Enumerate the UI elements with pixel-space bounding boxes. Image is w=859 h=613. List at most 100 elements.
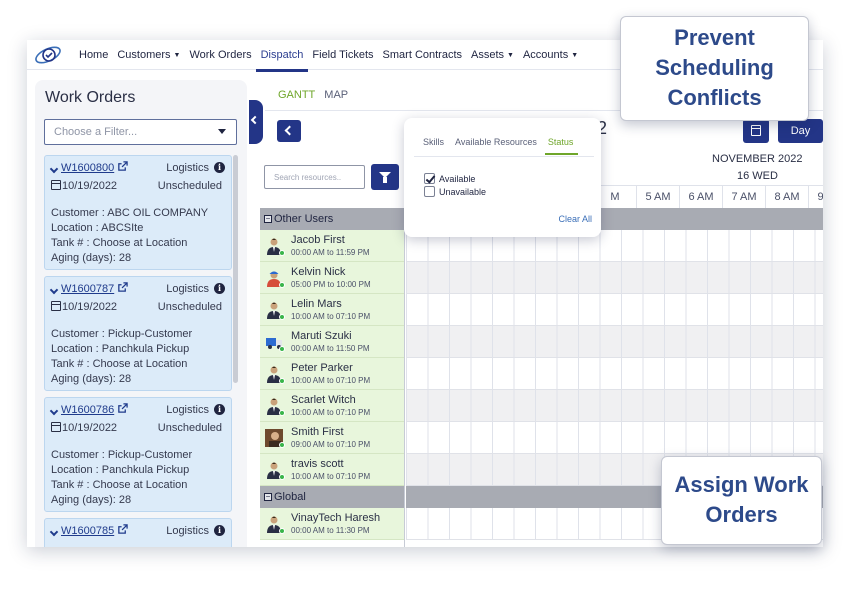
- chevron-down-icon[interactable]: [49, 406, 59, 416]
- work-order-date: 10/19/2022: [62, 422, 118, 434]
- nav-smart-contracts[interactable]: Smart Contracts: [383, 40, 462, 70]
- resource-hours: 00:00 AM to 11:59 PM: [291, 248, 370, 257]
- work-order-id-link[interactable]: W1600785: [61, 525, 114, 537]
- resource-row[interactable]: Scarlet Witch 10:00 AM to 07:10 PM: [260, 390, 404, 422]
- work-order-id-link[interactable]: W1600786: [61, 404, 114, 416]
- search-resources-input[interactable]: Search resources..: [264, 165, 365, 189]
- filter-dropdown[interactable]: Choose a Filter...: [44, 119, 237, 145]
- calendar-button[interactable]: [743, 119, 769, 143]
- collapse-panel-button[interactable]: [249, 100, 263, 144]
- schedule-slot-row[interactable]: [406, 390, 823, 422]
- nav-items: Home Customers ▼ Work Orders Dispatch Fie…: [79, 40, 587, 72]
- schedule-slot-row[interactable]: [406, 326, 823, 358]
- work-order-card[interactable]: W1600800 Logistics i 10/19/2022 Unscheduled C…: [44, 155, 232, 270]
- hour-label: 9 AM: [808, 186, 823, 208]
- nav-home[interactable]: Home: [79, 40, 108, 70]
- resource-group-header[interactable]: − Global: [260, 486, 404, 508]
- nav-customers[interactable]: Customers ▼: [117, 40, 180, 70]
- tank-line: Tank # : Choose at Location: [51, 237, 188, 249]
- hour-label: 5 AM: [636, 186, 679, 208]
- logo-icon[interactable]: [33, 43, 65, 67]
- checkbox-unavailable[interactable]: [424, 186, 435, 197]
- nav-customers-label: Customers: [117, 49, 171, 61]
- scrollbar[interactable]: [233, 155, 238, 383]
- previous-day-button[interactable]: [277, 120, 301, 142]
- info-icon[interactable]: i: [214, 162, 225, 173]
- collapse-icon[interactable]: −: [264, 493, 272, 501]
- resource-name: Peter Parker: [291, 362, 353, 374]
- tab-gantt[interactable]: GANTT: [278, 89, 315, 101]
- online-status-icon: [279, 410, 285, 416]
- schedule-slot-row[interactable]: [406, 294, 823, 326]
- customer-line: Customer : Pickup-Customer: [51, 328, 193, 340]
- resource-row[interactable]: Maruti Szuki 00:00 AM to 11:50 PM: [260, 326, 404, 358]
- aging-line: Aging (days): 28: [51, 373, 132, 385]
- work-order-status: Unscheduled: [157, 180, 222, 192]
- resource-row[interactable]: VinayTech Haresh 00:00 AM to 11:30 PM: [260, 508, 404, 540]
- truck-avatar-icon: [265, 333, 285, 352]
- info-icon[interactable]: i: [214, 404, 225, 415]
- work-order-id-link[interactable]: W1600800: [61, 162, 114, 174]
- option-available[interactable]: Available: [424, 173, 475, 184]
- online-status-icon: [279, 250, 285, 256]
- nav-assets-label: Assets: [471, 49, 505, 61]
- work-order-type: Logistics: [166, 162, 209, 174]
- tab-status[interactable]: Status: [544, 137, 578, 155]
- search-placeholder: Search resources..: [274, 173, 342, 182]
- caret-down-icon: [218, 129, 226, 134]
- worker-avatar-icon: [265, 269, 285, 288]
- external-link-icon[interactable]: [117, 403, 128, 414]
- external-link-icon[interactable]: [117, 524, 128, 535]
- chevron-down-icon[interactable]: [49, 285, 59, 295]
- filter-button[interactable]: [371, 164, 399, 190]
- person-avatar-icon: [265, 397, 285, 416]
- resource-hours: 10:00 AM to 07:10 PM: [291, 408, 371, 417]
- info-icon[interactable]: i: [214, 283, 225, 294]
- resource-row[interactable]: Smith First 09:00 AM to 07:10 PM: [260, 422, 404, 454]
- nav-work-orders[interactable]: Work Orders: [189, 40, 251, 70]
- work-order-details: Customer : Pickup-Customer Location : Pan…: [51, 327, 192, 387]
- photo-avatar-icon: [265, 429, 285, 448]
- chevron-down-icon: ▼: [571, 51, 579, 59]
- tab-skills[interactable]: Skills: [423, 137, 444, 147]
- option-unavailable[interactable]: Unavailable: [424, 186, 486, 197]
- clear-all-link[interactable]: Clear All: [558, 214, 592, 224]
- resource-row[interactable]: Kelvin Nick 05:00 PM to 10:00 PM: [260, 262, 404, 294]
- info-icon[interactable]: i: [214, 525, 225, 536]
- chevron-down-icon[interactable]: [49, 527, 59, 537]
- resource-row[interactable]: Lelin Mars 10:00 AM to 07:10 PM: [260, 294, 404, 326]
- nav-accounts[interactable]: Accounts ▼: [523, 40, 578, 70]
- external-link-icon[interactable]: [117, 161, 128, 172]
- checkbox-available[interactable]: [424, 173, 435, 184]
- resource-group-header[interactable]: − Other Users: [260, 208, 404, 230]
- work-order-card[interactable]: W1600785 Logistics i: [44, 518, 232, 547]
- work-order-card[interactable]: W1600787 Logistics i 10/19/2022 Unscheduled C…: [44, 276, 232, 391]
- hour-label: 7 AM: [722, 186, 765, 208]
- day-view-button[interactable]: Day: [778, 119, 823, 143]
- resource-name: Smith First: [291, 426, 344, 438]
- resource-hours: 09:00 AM to 07:10 PM: [291, 440, 371, 449]
- chevron-down-icon: ▼: [173, 51, 181, 59]
- nav-field-tickets[interactable]: Field Tickets: [312, 40, 373, 70]
- tank-line: Tank # : Choose at Location: [51, 479, 188, 491]
- external-link-icon[interactable]: [117, 282, 128, 293]
- work-order-type: Logistics: [166, 525, 209, 537]
- collapse-icon[interactable]: −: [264, 215, 272, 223]
- nav-dispatch-label: Dispatch: [260, 49, 304, 61]
- resource-row[interactable]: Jacob First 00:00 AM to 11:59 PM: [260, 230, 404, 262]
- resource-row[interactable]: Peter Parker 10:00 AM to 07:10 PM: [260, 358, 404, 390]
- schedule-slot-row[interactable]: [406, 422, 823, 454]
- work-order-id-link[interactable]: W1600787: [61, 283, 114, 295]
- schedule-slot-row[interactable]: [406, 262, 823, 294]
- work-order-card[interactable]: W1600786 Logistics i 10/19/2022 Unscheduled C…: [44, 397, 232, 512]
- tab-map[interactable]: MAP: [324, 89, 348, 101]
- chevron-down-icon[interactable]: [49, 164, 59, 174]
- schedule-slot-row[interactable]: [406, 358, 823, 390]
- nav-assets[interactable]: Assets ▼: [471, 40, 514, 70]
- nav-dispatch[interactable]: Dispatch: [255, 40, 309, 72]
- online-status-icon: [279, 442, 285, 448]
- tab-available-resources[interactable]: Available Resources: [455, 137, 537, 147]
- customer-line: Customer : Pickup-Customer: [51, 449, 193, 461]
- resource-row[interactable]: travis scott 10:00 AM to 07:10 PM: [260, 454, 404, 486]
- online-status-icon: [279, 474, 285, 480]
